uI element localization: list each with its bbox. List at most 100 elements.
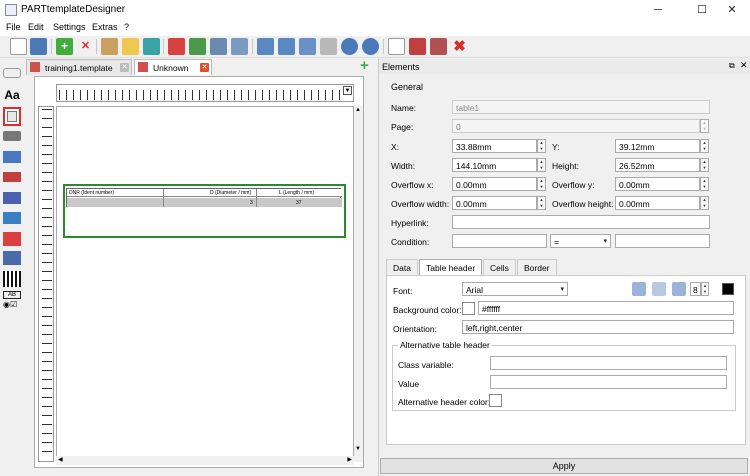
value-field[interactable] [490,375,727,389]
pin-icon[interactable] [3,251,21,265]
redo-icon[interactable] [320,38,337,55]
folder-icon[interactable] [122,38,139,55]
tab-data[interactable]: Data [386,259,418,275]
qr-code-icon[interactable] [3,271,21,287]
horizontal-scrollbar[interactable]: ◀ ▶ [56,456,354,465]
dimension-list-icon[interactable] [3,192,21,204]
variable-icon[interactable] [3,151,21,163]
picture-icon[interactable] [3,212,21,224]
height-spinner[interactable]: ▲ ▼ [700,158,709,172]
fit-page-icon[interactable] [278,38,295,55]
app-icon [5,4,17,16]
condition-operand-field[interactable] [615,234,710,248]
font-size-spinner[interactable]: ▲ ▼ [701,282,709,296]
cut-icon[interactable] [409,38,426,55]
element-palette: Aa AB ◉☑ [0,58,24,476]
pdf-icon[interactable] [168,38,185,55]
menu-file[interactable]: File [6,22,21,32]
settings-icon[interactable] [101,38,118,55]
overflow-height-field[interactable]: 0.00mm [615,196,700,210]
remove-icon[interactable]: ✖ [451,38,468,55]
dimension-icon[interactable] [3,172,21,182]
orientation-field[interactable]: left,right,center [462,320,734,334]
overflow-height-label: Overflow height: [552,199,614,209]
zoom-out-icon[interactable] [341,38,358,55]
overflow-width-field[interactable]: 0.00mm [452,196,537,210]
font-color-swatch[interactable] [722,283,734,295]
close-window-button[interactable]: ✕ [714,2,750,18]
page-canvas[interactable] [56,106,354,458]
checkbox-icon[interactable]: ◉☑ [3,300,21,309]
class-variable-field[interactable] [490,356,727,370]
y-field[interactable]: 39.12mm [615,139,700,153]
tab-cells[interactable]: Cells [483,259,516,275]
width-spinner[interactable]: ▲ ▼ [537,158,546,172]
document-icon[interactable] [388,38,405,55]
menu-extras[interactable]: Extras [92,22,118,32]
table-icon[interactable] [3,107,21,126]
fit-width-icon[interactable] [257,38,274,55]
add-icon[interactable]: + [56,38,73,55]
new-document-icon[interactable] [10,38,27,55]
line-icon[interactable] [3,131,21,141]
table-element[interactable]: DNR (Ident number) D (Diameter / mm) L (… [66,188,342,207]
text-icon[interactable]: Aa [3,88,21,104]
pdf-element-icon[interactable] [3,232,21,246]
vertical-scrollbar[interactable]: ▲ ▼ [354,106,363,462]
table-cell: 3 [250,200,253,206]
minimize-button[interactable]: ─ [640,2,676,18]
section-general: General [391,82,424,92]
paste-layer-icon[interactable] [231,38,248,55]
shape-icon[interactable] [3,68,21,78]
barcode-icon[interactable]: AB [3,291,21,299]
undo-icon[interactable] [299,38,316,55]
tab-training1[interactable]: training1.template ✕ [26,59,132,75]
background-color-swatch[interactable] [462,302,475,315]
condition-operator-select[interactable]: = ▾ [550,234,611,248]
tab-table-header[interactable]: Table header [419,259,483,275]
menu-help[interactable]: ? [124,22,129,32]
overflow-x-field[interactable]: 0.00mm [452,177,537,191]
x-field[interactable]: 33.88mm [452,139,537,153]
property-tabs: Data Table header Cells Border [386,259,746,275]
width-field[interactable]: 144.10mm [452,158,537,172]
close-tab-icon[interactable]: ✕ [200,63,209,72]
hyperlink-field[interactable] [452,215,710,229]
overflow-y-label: Overflow y: [552,180,595,190]
menu-settings[interactable]: Settings [53,22,86,32]
zoom-in-icon[interactable] [362,38,379,55]
align-top-icon[interactable] [672,282,686,296]
close-panel-icon[interactable]: ✕ [740,60,748,71]
x-spinner[interactable]: ▲ ▼ [537,139,546,153]
font-select[interactable]: Arial ▾ [462,282,568,296]
overflow-x-spinner[interactable]: ▲ ▼ [537,177,546,191]
align-middle-icon[interactable] [652,282,666,296]
delete-icon[interactable]: ✕ [77,38,94,55]
copy-layer-icon[interactable] [210,38,227,55]
horizontal-ruler: ▼ [56,84,354,102]
font-size-field[interactable]: 8 [690,282,701,296]
overflow-height-spinner[interactable]: ▲ ▼ [700,196,709,210]
undock-icon[interactable]: ⧉ [729,61,735,71]
background-color-field[interactable]: #ffffff [478,301,734,315]
tab-unknown[interactable]: Unknown ✕ [134,59,212,75]
refresh-icon[interactable] [143,38,160,55]
overflow-y-spinner[interactable]: ▲ ▼ [700,177,709,191]
align-bottom-icon[interactable] [632,282,646,296]
alternative-header-color-swatch[interactable] [489,394,502,407]
y-spinner[interactable]: ▲ ▼ [700,139,709,153]
image-icon[interactable] [189,38,206,55]
save-icon[interactable] [30,38,47,55]
add-tab-icon[interactable]: + [360,58,369,73]
copy-icon[interactable] [430,38,447,55]
tab-border[interactable]: Border [517,259,557,275]
overflow-width-spinner[interactable]: ▲ ▼ [537,196,546,210]
overflow-y-field[interactable]: 0.00mm [615,177,700,191]
apply-button[interactable]: Apply [380,458,748,474]
condition-field[interactable] [452,234,547,248]
close-tab-icon[interactable]: ✕ [120,63,129,72]
ruler-dropdown-icon[interactable]: ▼ [343,86,352,95]
menu-edit[interactable]: Edit [28,22,44,32]
height-field[interactable]: 26.52mm [615,158,700,172]
page-label: Page: [391,122,414,132]
